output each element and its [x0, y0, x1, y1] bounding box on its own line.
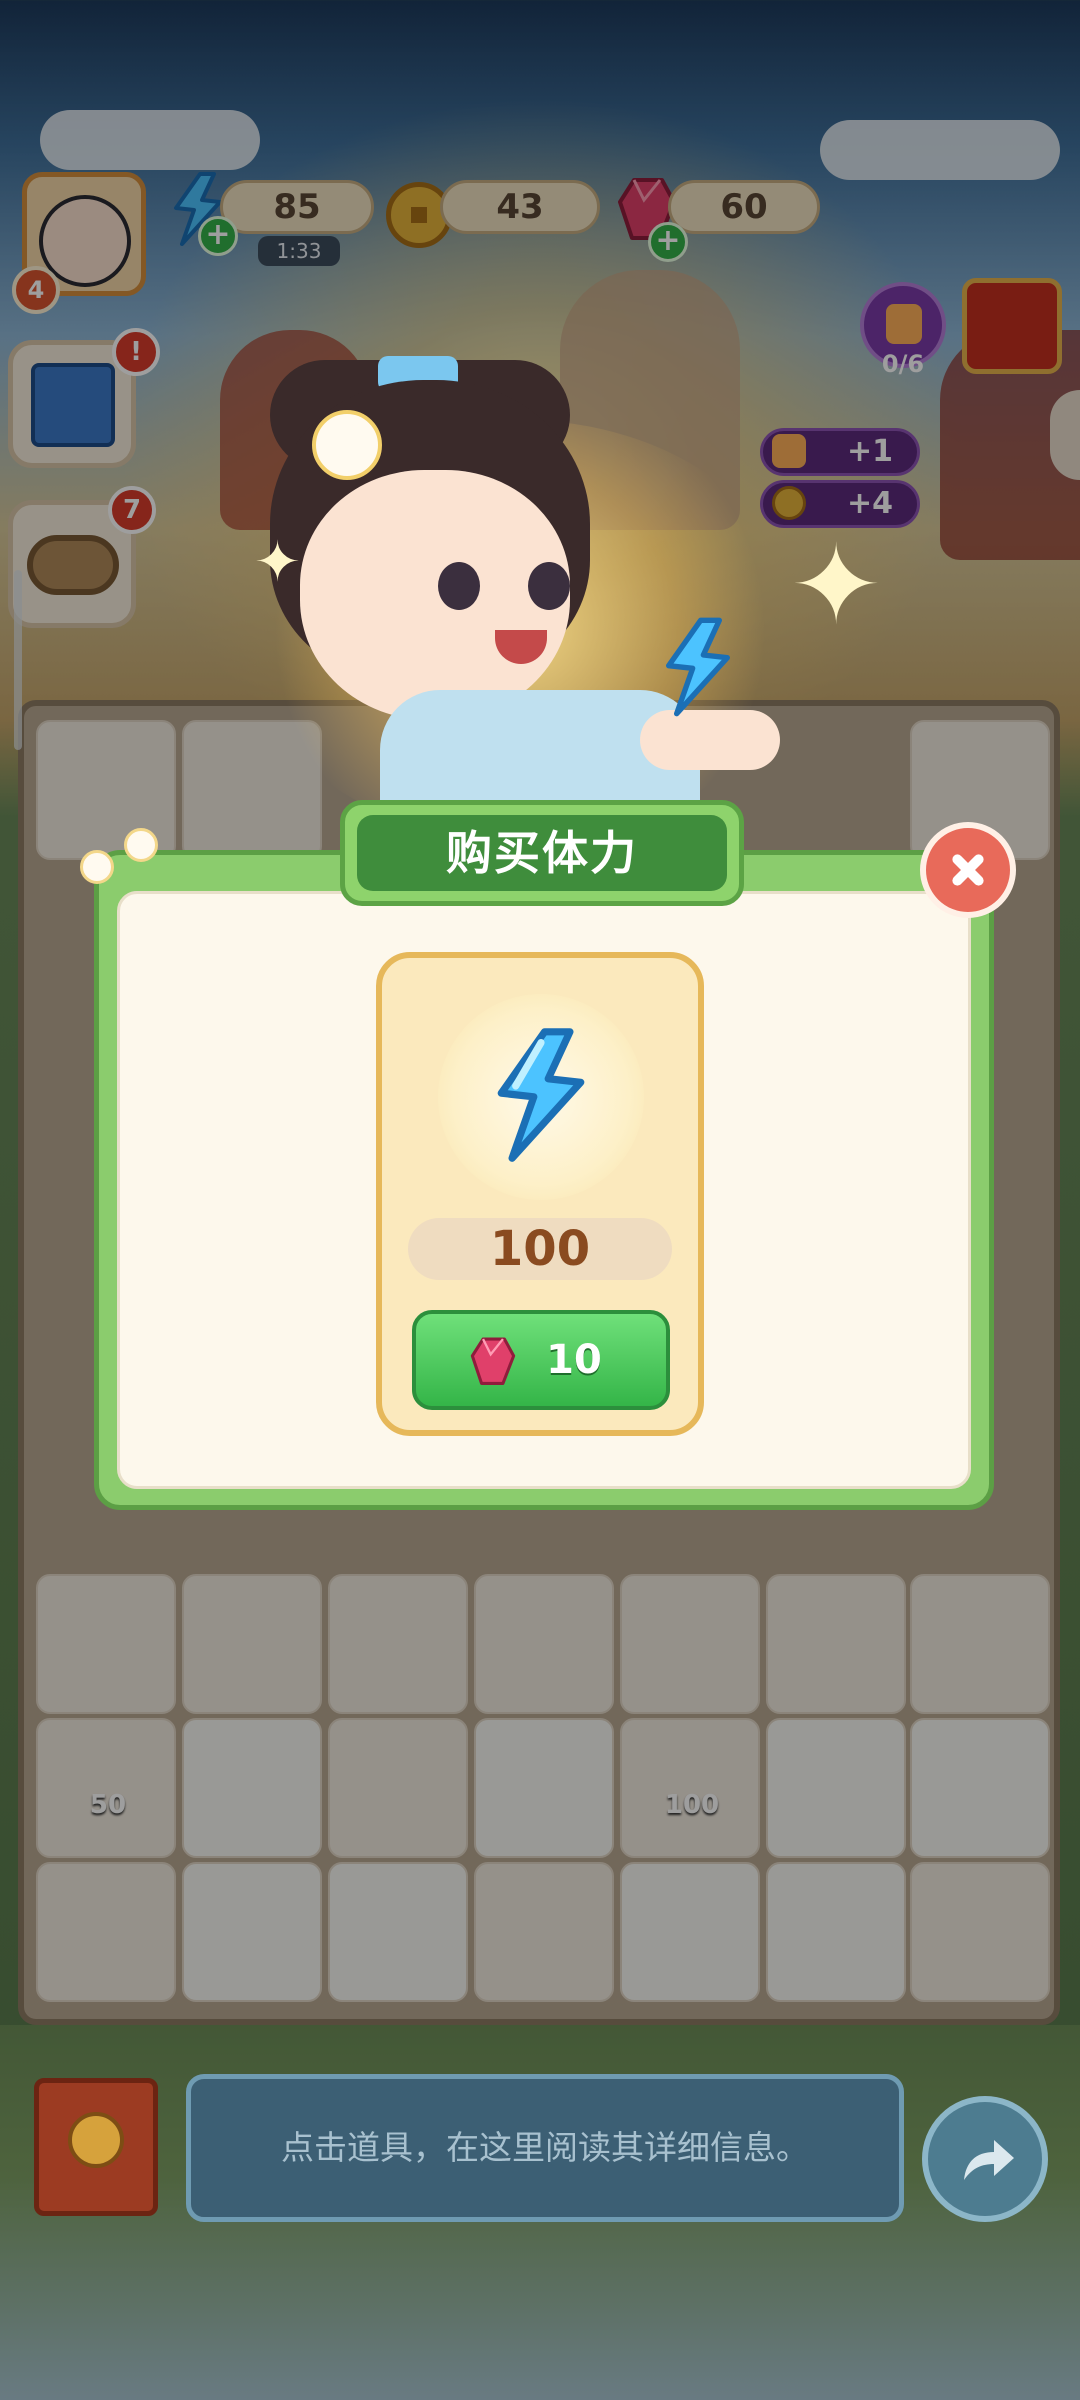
sparkle-icon: ✦	[790, 521, 883, 649]
character-right-eye	[528, 562, 570, 610]
gem-icon	[470, 1337, 516, 1385]
sparkle-icon: ✦	[254, 530, 301, 595]
dialog-title-tab: 购买体力	[340, 800, 744, 906]
share-button[interactable]	[922, 2096, 1048, 2222]
buy-with-gems-button[interactable]: 10	[412, 1310, 670, 1410]
floating-energy-icon	[666, 617, 730, 717]
energy-offer-card: 100 10	[376, 952, 704, 1436]
energy-amount: 100	[408, 1218, 672, 1280]
cabinet-emblem-icon	[68, 2112, 124, 2168]
gem-price: 10	[546, 1337, 602, 1383]
energy-offer-icon	[497, 1028, 585, 1162]
close-button[interactable]	[920, 822, 1016, 918]
character-left-eye	[438, 562, 480, 610]
item-info-text: 点击道具，在这里阅读其详细信息。	[281, 2128, 809, 2167]
flower-decoration	[80, 850, 114, 884]
offer-icon-glow	[438, 994, 644, 1200]
share-arrow-icon	[964, 2140, 1014, 2180]
flower-decoration	[124, 828, 158, 862]
hair-flower	[312, 410, 382, 480]
dialog-title: 购买体力	[357, 815, 727, 891]
item-info-panel: 点击道具，在这里阅读其详细信息。	[186, 2074, 904, 2222]
